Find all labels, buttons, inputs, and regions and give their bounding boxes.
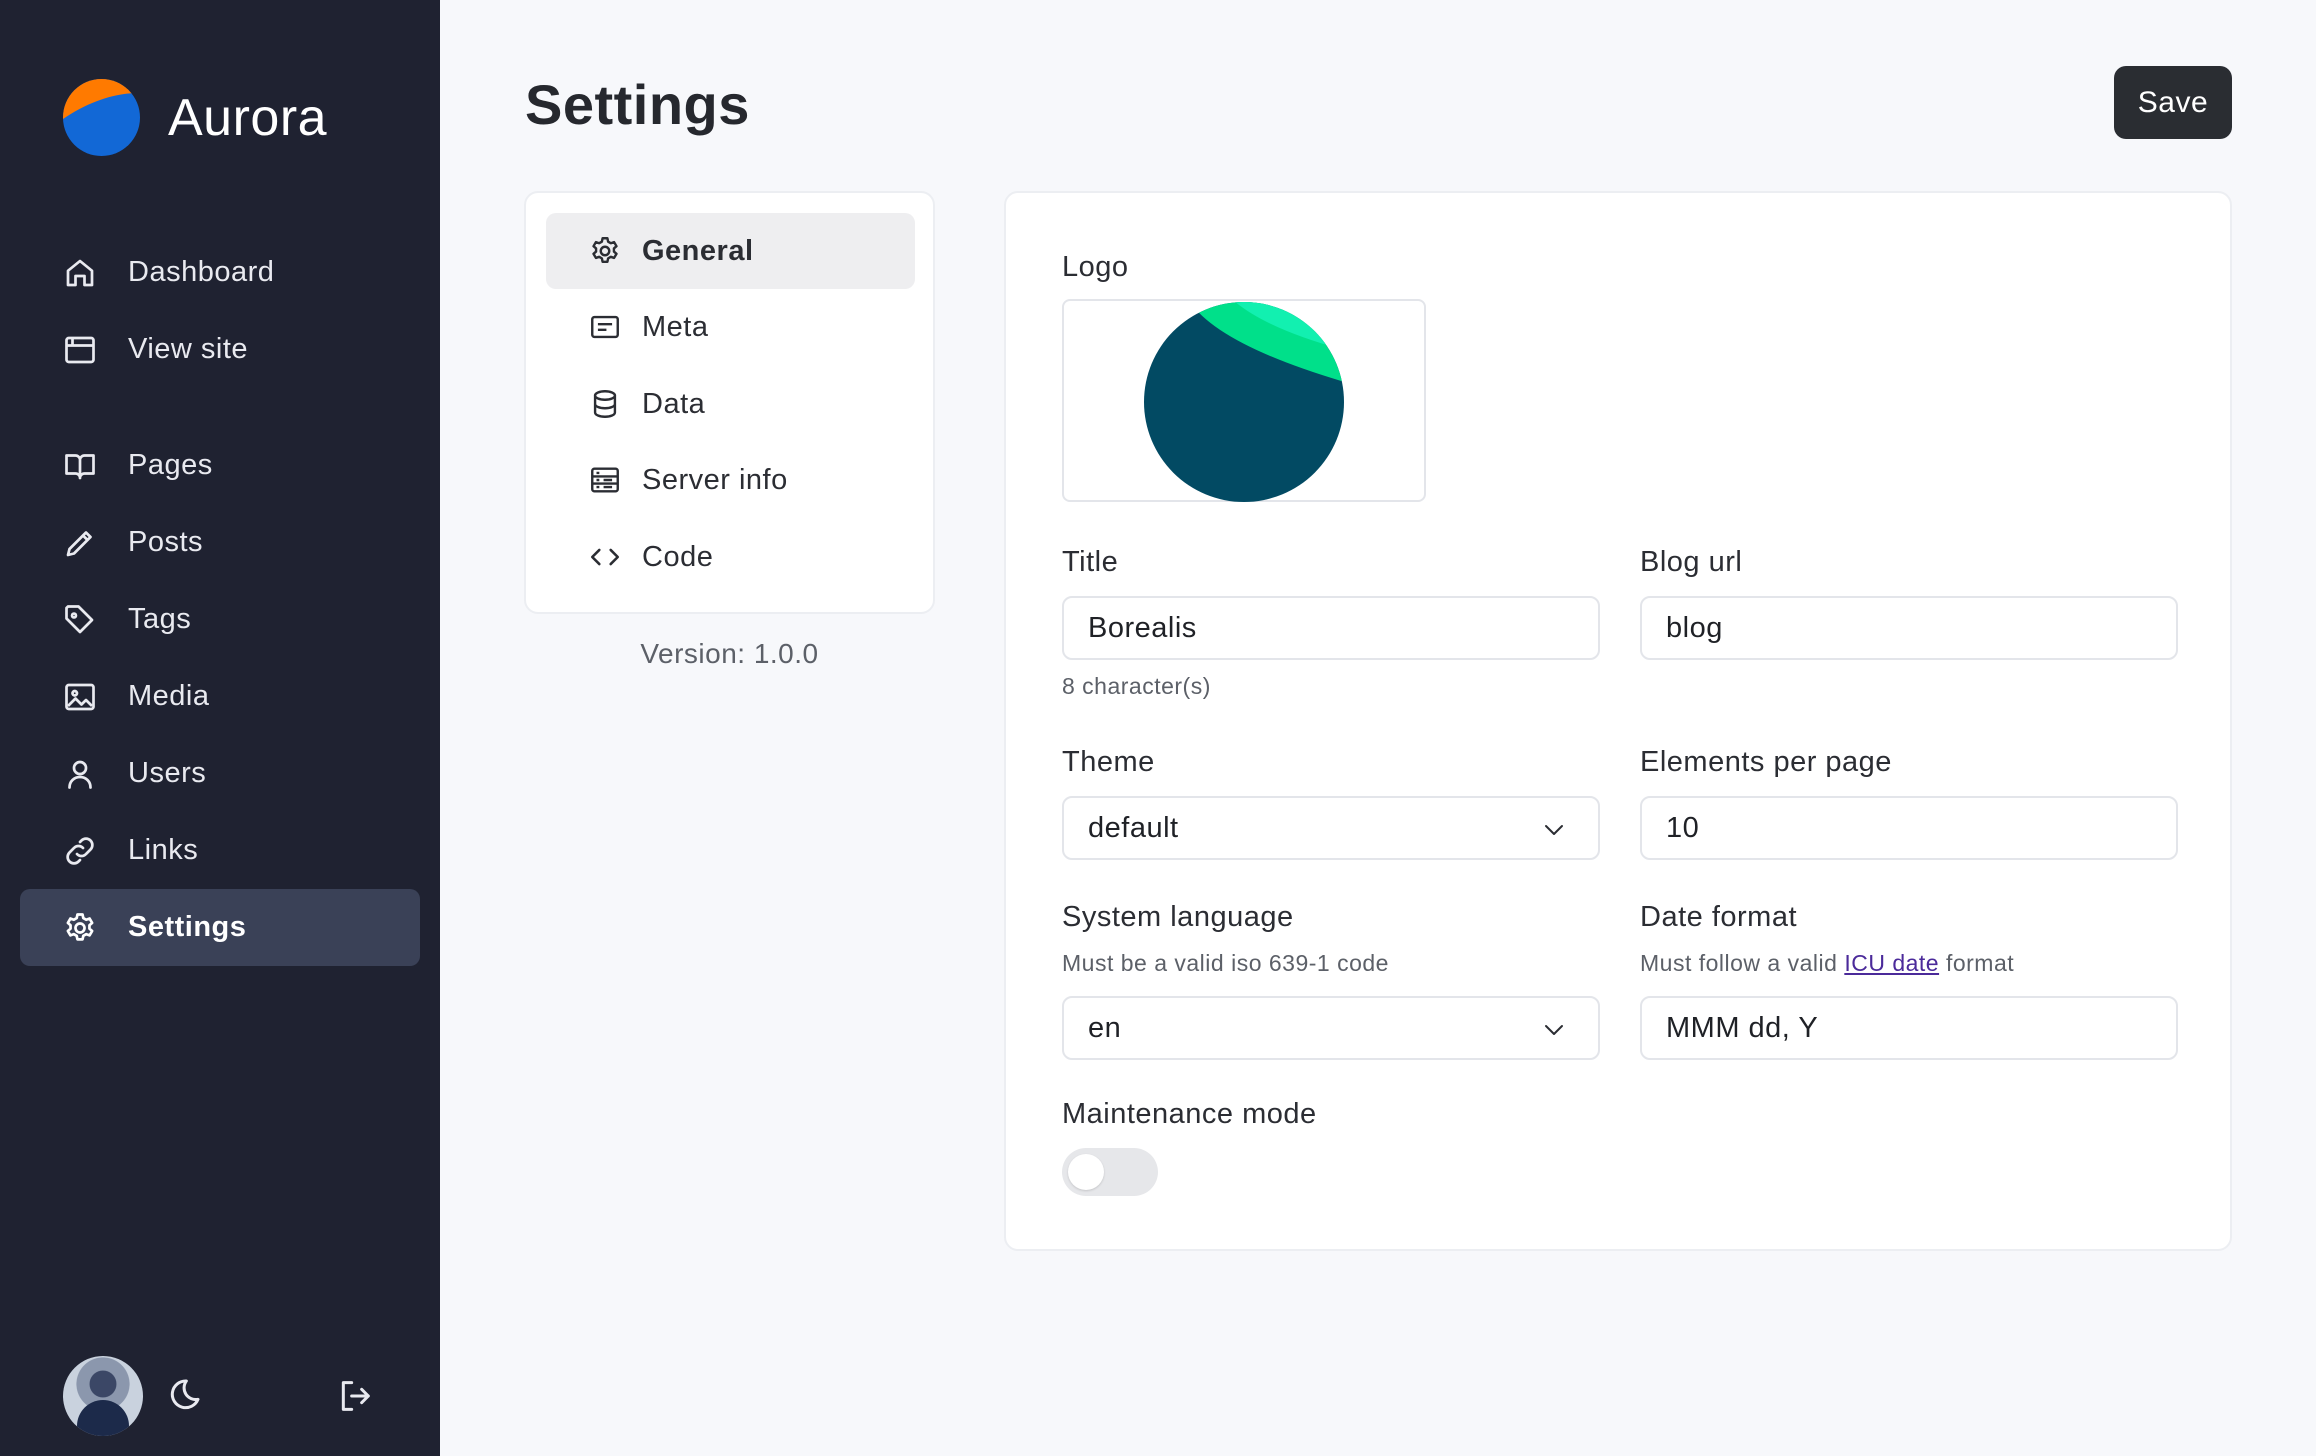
moon-icon[interactable] [163,1376,203,1416]
date-format-hint: Must follow a valid ICU date format [1640,950,2014,977]
settings-tab-code[interactable]: Code [546,519,915,595]
settings-tab-general[interactable]: General [546,213,915,289]
theme-select-value: default [1088,811,1179,844]
settings-tab-server-info[interactable]: Server info [546,442,915,518]
sidebar-item-label: Media [128,680,210,712]
site-logo-icon [1144,302,1344,502]
sidebar-nav-content: Pages Posts Tags Media Users Links Setti… [20,427,420,966]
gear-icon [592,237,618,263]
date-format-input[interactable] [1640,996,2178,1060]
sidebar-item-label: Dashboard [128,256,275,288]
settings-tab-label: Code [642,540,714,573]
sidebar-item-dashboard[interactable]: Dashboard [20,234,420,311]
logo-upload[interactable] [1062,299,1426,502]
user-icon [68,760,92,789]
date-format-label: Date format [1640,901,1797,933]
pencil-icon [66,530,92,556]
sidebar-item-users[interactable]: Users [20,735,420,812]
sidebar-item-label: View site [128,333,249,365]
title-label: Title [1062,546,1119,578]
brand[interactable]: Aurora [63,79,327,156]
sidebar-item-pages[interactable]: Pages [20,427,420,504]
title-input[interactable] [1062,596,1600,660]
sidebar-item-links[interactable]: Links [20,812,420,889]
theme-label: Theme [1062,746,1155,778]
book-open-icon [65,453,95,479]
date-format-hint-suffix: format [1945,950,2015,976]
image-icon [65,683,95,710]
home-icon [66,259,94,286]
icu-date-link[interactable]: ICU date [1844,950,1939,976]
settings-tab-data[interactable]: Data [546,366,915,442]
settings-nav: General Meta Data Server info Code [524,191,935,614]
chevron-down-icon [1545,1025,1563,1035]
chevron-down-icon [1545,825,1563,835]
app-root: Aurora Dashboard View site Pages Posts T… [0,0,2316,1456]
maintenance-mode-toggle[interactable] [1062,1148,1158,1196]
system-language-select[interactable]: en [1062,996,1600,1060]
system-language-value: en [1088,1011,1122,1044]
page-title: Settings [525,73,750,136]
link-icon [66,836,94,865]
database-icon [593,390,617,418]
general-settings-form: Logo Title 8 character(s) Blog url Theme… [1004,191,2232,1251]
sidebar-footer [63,1356,383,1436]
sidebar-item-posts[interactable]: Posts [20,504,420,581]
system-language-label: System language [1062,901,1294,933]
settings-tab-label: General [642,234,754,267]
save-button[interactable]: Save [2114,66,2232,139]
sidebar-item-label: Settings [128,911,247,943]
elements-per-page-label: Elements per page [1640,746,1892,778]
sidebar-item-label: Links [128,834,199,866]
aurora-logo-icon [63,79,140,156]
title-char-count: 8 character(s) [1062,673,1211,699]
settings-tab-label: Data [642,387,706,420]
gear-icon [66,912,94,941]
sidebar-item-label: Tags [128,603,192,635]
blog-url-label: Blog url [1640,546,1743,578]
card-text-icon [591,315,619,339]
sidebar: Aurora Dashboard View site Pages Posts T… [0,0,440,1456]
sidebar-item-label: Pages [128,449,213,481]
date-format-hint-prefix: Must follow a valid [1640,950,1838,976]
brand-name: Aurora [168,88,328,147]
toggle-knob [1068,1154,1104,1190]
sidebar-item-media[interactable]: Media [20,658,420,735]
version-text: Version: 1.0.0 [640,638,819,669]
sidebar-item-view-site[interactable]: View site [20,311,420,388]
sidebar-item-label: Posts [128,526,204,558]
settings-tab-meta[interactable]: Meta [546,289,915,365]
server-icon [591,467,619,493]
settings-tab-label: Meta [642,310,709,343]
sidebar-item-settings[interactable]: Settings [20,889,420,966]
system-language-hint: Must be a valid iso 639-1 code [1062,950,1389,976]
main-content: Settings Save General Meta Data Server i… [440,0,2316,1456]
sidebar-nav-primary: Dashboard View site [20,234,420,388]
settings-tab-label: Server info [642,463,788,496]
maintenance-mode-label: Maintenance mode [1062,1098,1317,1130]
blog-url-input[interactable] [1640,596,2178,660]
avatar[interactable] [63,1356,143,1436]
theme-select[interactable]: default [1062,796,1600,860]
browser-window-icon [65,336,95,363]
sidebar-item-tags[interactable]: Tags [20,581,420,658]
code-icon [590,548,620,566]
sidebar-item-label: Users [128,757,207,789]
logo-label: Logo [1062,251,1129,283]
elements-per-page-input[interactable] [1640,796,2178,860]
logout-icon[interactable] [335,1376,375,1416]
tag-icon [65,604,94,633]
